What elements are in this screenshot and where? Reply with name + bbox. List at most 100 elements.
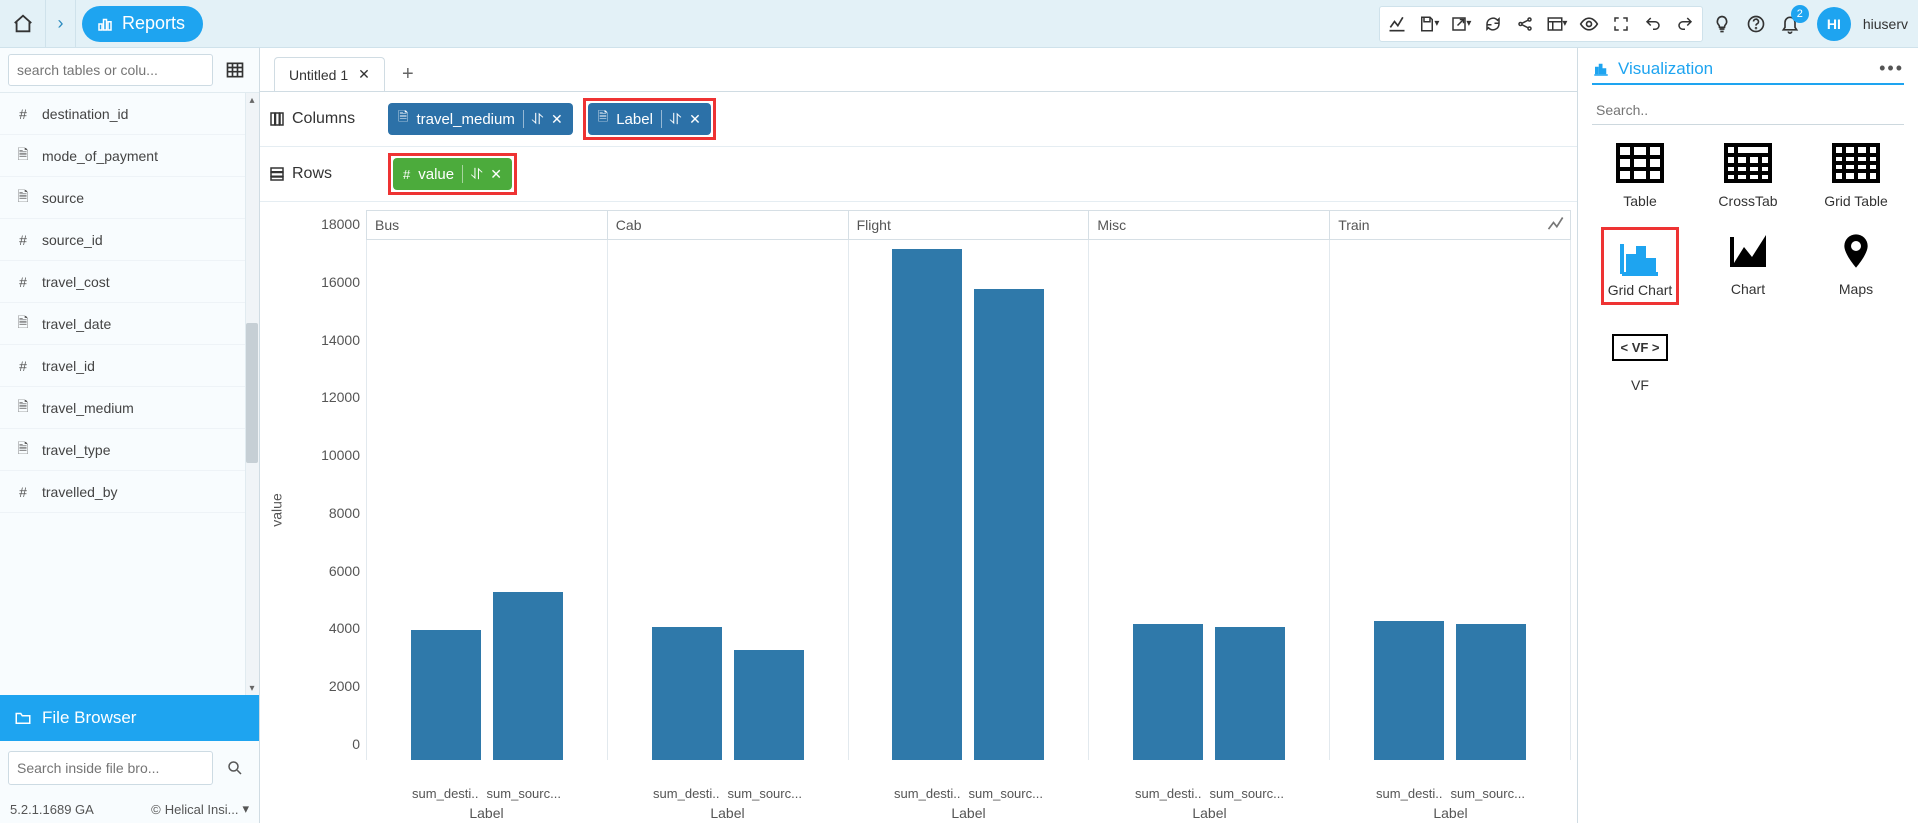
- field-label: destination_id: [42, 106, 128, 122]
- field-item[interactable]: #travel_cost: [0, 261, 259, 303]
- field-item[interactable]: 🗎travel_type: [0, 429, 259, 471]
- visualization-header: Visualization •••: [1592, 58, 1904, 85]
- scrollbar-thumb[interactable]: [246, 323, 258, 463]
- sort-icon[interactable]: ⥯: [471, 166, 482, 183]
- vis-item-table[interactable]: Table: [1592, 139, 1688, 209]
- bar[interactable]: [1215, 627, 1285, 760]
- field-item[interactable]: # destination_id: [0, 93, 259, 135]
- scroll-down-icon[interactable]: ▾: [245, 681, 259, 695]
- eye-icon[interactable]: [1574, 9, 1604, 39]
- x-tick: sum_sourc...: [728, 786, 802, 801]
- vis-item-grid-table[interactable]: Grid Table: [1808, 139, 1904, 209]
- chart-panel-headers: BusCabFlightMiscTrain: [366, 210, 1571, 240]
- layout-icon[interactable]: ▾: [1542, 9, 1572, 39]
- y-tick: 16000: [321, 274, 360, 290]
- version-label: 5.2.1.1689 GA: [10, 802, 94, 817]
- field-list: # destination_id 🗎 mode_of_payment 🗎source#s…: [0, 93, 259, 695]
- sidebar-footer: 5.2.1.1689 GA © Helical Insi... ▾: [0, 795, 259, 823]
- vis-item-chart[interactable]: Chart: [1700, 227, 1796, 305]
- avatar[interactable]: HI: [1817, 7, 1851, 41]
- doc-icon: 🗎: [14, 438, 32, 462]
- remove-pill-icon[interactable]: ✕: [490, 166, 502, 183]
- hash-icon: #: [14, 106, 32, 122]
- sort-icon[interactable]: ⥯: [670, 111, 681, 128]
- field-item[interactable]: #travel_id: [0, 345, 259, 387]
- help-icon[interactable]: [1741, 9, 1771, 39]
- bar[interactable]: [974, 289, 1044, 760]
- field-item[interactable]: 🗎source: [0, 177, 259, 219]
- visualization-search: [1592, 95, 1904, 125]
- vis-item-crosstab[interactable]: CrossTab: [1700, 139, 1796, 209]
- bar[interactable]: [1374, 621, 1444, 760]
- y-tick: 4000: [329, 620, 360, 636]
- file-browser-search-input[interactable]: [8, 751, 213, 785]
- y-tick: 14000: [321, 332, 360, 348]
- vis-item-label: Grid Table: [1824, 193, 1888, 209]
- field-item[interactable]: 🗎travel_date: [0, 303, 259, 345]
- doc-icon: 🗎: [14, 312, 32, 336]
- visualization-search-input[interactable]: [1592, 95, 1904, 125]
- bar[interactable]: [734, 650, 804, 760]
- pill-value[interactable]: # value ⥯ ✕: [393, 158, 512, 190]
- bar[interactable]: [652, 627, 722, 760]
- remove-pill-icon[interactable]: ✕: [689, 111, 701, 128]
- notification-bell-icon[interactable]: 2: [1775, 9, 1805, 39]
- x-axis-label: Label: [1330, 801, 1571, 823]
- vis-item-vf[interactable]: < VF >VF: [1592, 323, 1688, 393]
- field-item[interactable]: 🗎travel_medium: [0, 387, 259, 429]
- y-axis-label: value: [266, 240, 288, 780]
- scroll-up-icon[interactable]: ▴: [245, 93, 259, 107]
- notification-badge: 2: [1791, 5, 1809, 23]
- chart-panels: [366, 240, 1571, 760]
- reports-tab[interactable]: Reports: [82, 6, 203, 42]
- hash-icon: #: [14, 232, 32, 248]
- doc-icon: 🗎: [14, 396, 32, 420]
- field-item[interactable]: #travelled_by: [0, 471, 259, 513]
- field-item[interactable]: #source_id: [0, 219, 259, 261]
- field-item[interactable]: 🗎 mode_of_payment: [0, 135, 259, 177]
- breadcrumb-chevron[interactable]: ›: [46, 0, 76, 47]
- x-tick: sum_desti..: [894, 786, 960, 801]
- search-icon[interactable]: [219, 752, 251, 784]
- vis-item-maps[interactable]: Maps: [1808, 227, 1904, 305]
- home-button[interactable]: [0, 0, 46, 47]
- topbar: › Reports ▾ ▾ ▾ 2 HI hiuserv: [0, 0, 1918, 48]
- table-toggle-icon[interactable]: [219, 54, 251, 86]
- fullscreen-icon[interactable]: [1606, 9, 1636, 39]
- redo-icon[interactable]: [1670, 9, 1700, 39]
- share-icon[interactable]: [1510, 9, 1540, 39]
- copyright-label: Helical Insi...: [165, 802, 239, 817]
- footer-caret-icon[interactable]: ▾: [242, 801, 249, 817]
- sidebar-search-input[interactable]: [8, 54, 213, 86]
- doc-icon: 🗎: [14, 144, 32, 168]
- trend-line-icon[interactable]: [1541, 210, 1571, 240]
- bar[interactable]: [493, 592, 563, 760]
- doc-icon: 🗎: [14, 186, 32, 210]
- x-tick: sum_desti..: [1135, 786, 1201, 801]
- hash-icon: #: [403, 167, 410, 182]
- tab-untitled[interactable]: Untitled 1 ✕: [274, 57, 385, 91]
- bar[interactable]: [1133, 624, 1203, 760]
- line-chart-icon[interactable]: [1382, 9, 1412, 39]
- pill-label-col[interactable]: 🗎 Label ⥯ ✕: [588, 103, 711, 135]
- remove-pill-icon[interactable]: ✕: [551, 111, 563, 128]
- bar[interactable]: [892, 249, 962, 760]
- vis-item-grid-chart[interactable]: Grid Chart: [1592, 227, 1688, 305]
- new-tab-button[interactable]: +: [393, 57, 423, 91]
- hash-icon: #: [14, 484, 32, 500]
- refresh-icon[interactable]: [1478, 9, 1508, 39]
- maps-icon: [1824, 227, 1888, 275]
- bar[interactable]: [1456, 624, 1526, 760]
- more-options-icon[interactable]: •••: [1879, 58, 1904, 79]
- scrollbar[interactable]: ▴ ▾: [245, 93, 259, 695]
- pill-travel-medium[interactable]: 🗎 travel_medium ⥯ ✕: [388, 103, 573, 135]
- field-label: mode_of_payment: [42, 148, 158, 164]
- lightbulb-icon[interactable]: [1707, 9, 1737, 39]
- sort-icon[interactable]: ⥯: [532, 111, 543, 128]
- bar[interactable]: [411, 630, 481, 760]
- export-icon[interactable]: ▾: [1446, 9, 1476, 39]
- file-browser-button[interactable]: File Browser: [0, 695, 259, 741]
- close-tab-icon[interactable]: ✕: [358, 66, 370, 83]
- undo-icon[interactable]: [1638, 9, 1668, 39]
- save-icon[interactable]: ▾: [1414, 9, 1444, 39]
